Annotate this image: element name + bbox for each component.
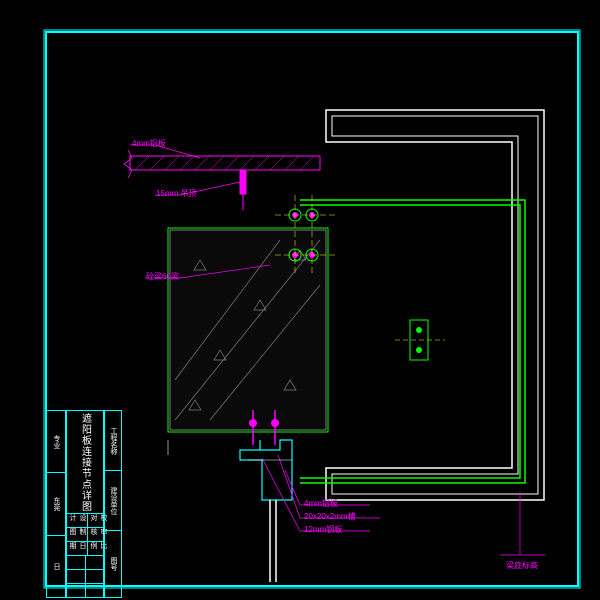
titleblock-center: 遮阳板连接节点详图 设计 校对 制图 审核 日期 比例 xyxy=(66,410,104,598)
label-top-plate: 4mm铝板 xyxy=(132,138,166,149)
tb-blank1 xyxy=(67,556,86,569)
tb-r2a: 制图 xyxy=(67,528,88,541)
tb-blank3 xyxy=(67,570,86,583)
label-ceiling: 15mm 吊顶 xyxy=(156,188,196,199)
label-steel-plate: 12mm钢板 xyxy=(304,524,342,535)
label-alum-plate: 4mm铝板 xyxy=(304,498,338,509)
titleblock-right: 工程名称 建设单位 图号 xyxy=(104,410,122,598)
tb-blank5 xyxy=(67,584,86,597)
side-connector xyxy=(395,320,445,360)
titleblock-left: 专业 东莞 日 xyxy=(46,410,66,598)
label-beam: 砼梁60梁 xyxy=(146,271,179,282)
drawing-title: 遮阳板连接节点详图 xyxy=(66,410,104,514)
tb-dwgno: 图号 xyxy=(105,531,121,597)
tb-left-3: 日 xyxy=(47,536,65,597)
tb-left-2: 东莞 xyxy=(47,473,65,535)
tb-left-1: 专业 xyxy=(47,411,65,473)
tb-r3a: 日期 xyxy=(67,542,88,555)
tb-r1a: 设计 xyxy=(67,514,88,527)
tb-blank6 xyxy=(86,584,104,597)
label-channel: 20x20x2mm槽 xyxy=(304,511,356,522)
label-elevation: 梁底标高 xyxy=(506,560,538,571)
tb-owner: 建设单位 xyxy=(105,471,121,531)
tb-blank4 xyxy=(86,570,104,583)
tb-project: 工程名称 xyxy=(105,411,121,471)
tb-blank2 xyxy=(86,556,104,569)
